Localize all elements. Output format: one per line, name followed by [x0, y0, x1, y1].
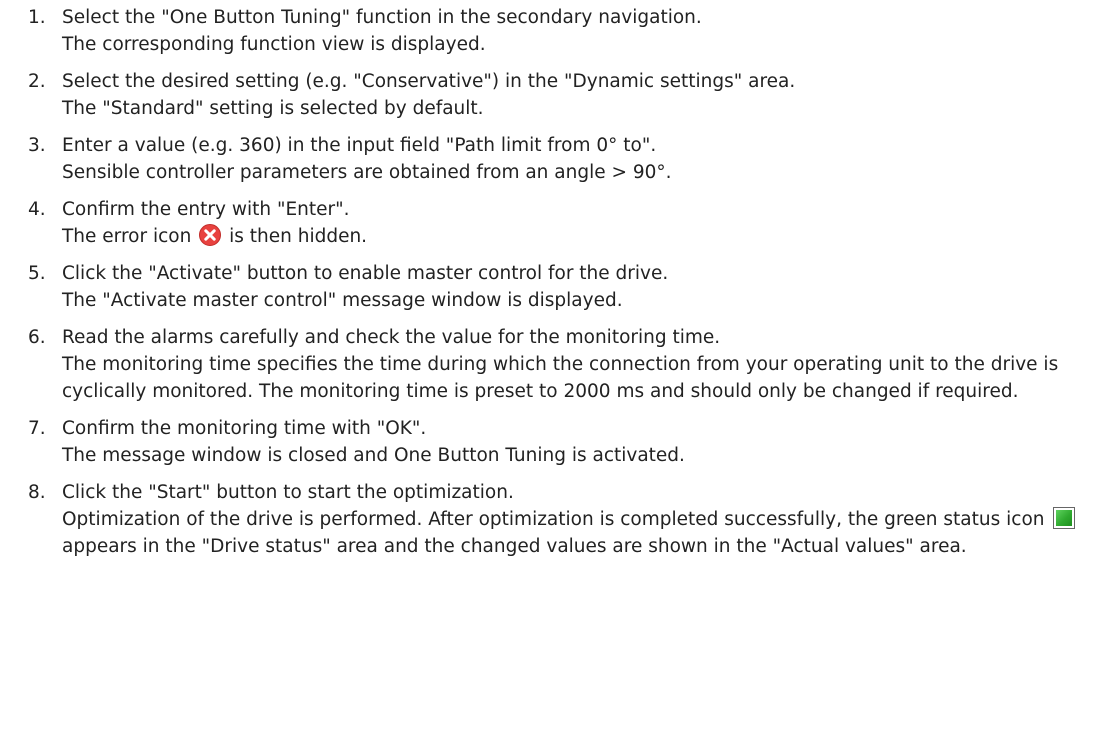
step-result: The "Activate master control" message wi…	[62, 290, 623, 311]
step-instruction: Confirm the entry with "Enter".	[62, 199, 350, 220]
step-instruction: Read the alarms carefully and check the …	[62, 327, 721, 348]
step-6: 6. Read the alarms carefully and check t…	[0, 324, 1120, 405]
step-result: Sensible controller parameters are obtai…	[62, 162, 672, 183]
step-result: The monitoring time specifies the time d…	[62, 354, 1059, 402]
step-instruction: Confirm the monitoring time with "OK".	[62, 418, 427, 439]
step-number: 3.	[28, 135, 46, 156]
step-number: 5.	[28, 263, 46, 284]
step-number: 6.	[28, 327, 46, 348]
step-result-text-after: is then hidden.	[229, 226, 368, 247]
step-1: 1. Select the "One Button Tuning" functi…	[0, 4, 1120, 58]
step-result: The corresponding function view is displ…	[62, 34, 486, 55]
step-instruction: Click the "Start" button to start the op…	[62, 482, 514, 503]
step-7: 7. Confirm the monitoring time with "OK"…	[0, 415, 1120, 469]
step-instruction: Select the "One Button Tuning" function …	[62, 7, 702, 28]
step-number: 8.	[28, 482, 46, 503]
step-number: 1.	[28, 7, 46, 28]
step-result-text-before: Optimization of the drive is performed. …	[62, 509, 1045, 530]
step-8: 8. Click the "Start" button to start the…	[0, 479, 1120, 560]
step-instruction: Click the "Activate" button to enable ma…	[62, 263, 669, 284]
step-instruction: Select the desired setting (e.g. "Conser…	[62, 71, 796, 92]
step-number: 2.	[28, 71, 46, 92]
green-status-icon	[1053, 507, 1076, 529]
step-number: 7.	[28, 418, 46, 439]
step-result: The message window is closed and One But…	[62, 445, 685, 466]
step-4: 4. Confirm the entry with "Enter". The e…	[0, 196, 1120, 250]
step-result: The "Standard" setting is selected by de…	[62, 98, 484, 119]
step-2: 2. Select the desired setting (e.g. "Con…	[0, 68, 1120, 122]
step-result-text-before: The error icon	[62, 226, 192, 247]
instruction-steps: 1. Select the "One Button Tuning" functi…	[0, 0, 1120, 560]
step-3: 3. Enter a value (e.g. 360) in the input…	[0, 132, 1120, 186]
step-instruction: Enter a value (e.g. 360) in the input fi…	[62, 135, 657, 156]
step-result-text-after: appears in the "Drive status" area and t…	[62, 536, 967, 557]
step-result: Optimization of the drive is performed. …	[62, 506, 1097, 560]
step-result: The error icon is then hidden.	[62, 223, 1120, 250]
step-5: 5. Click the "Activate" button to enable…	[0, 260, 1120, 314]
error-icon	[199, 224, 222, 246]
step-number: 4.	[28, 199, 46, 220]
